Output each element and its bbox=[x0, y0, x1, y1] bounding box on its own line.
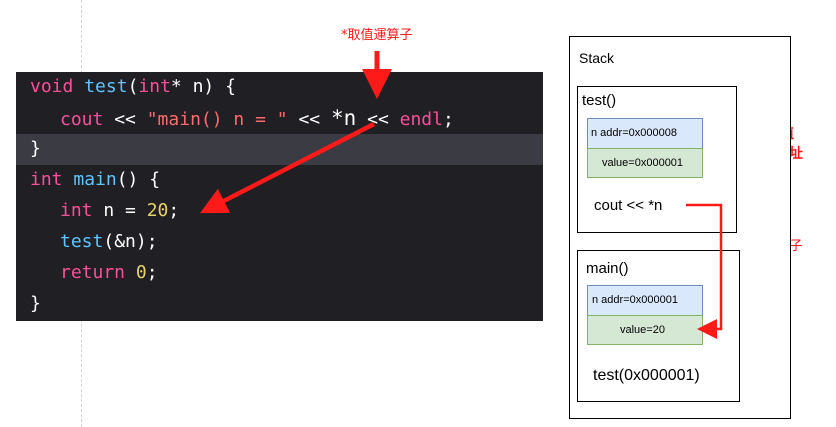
arrow-to-n-decl bbox=[199, 121, 376, 214]
arrow-deref-path bbox=[686, 203, 723, 331]
arrows-layer bbox=[199, 51, 723, 339]
